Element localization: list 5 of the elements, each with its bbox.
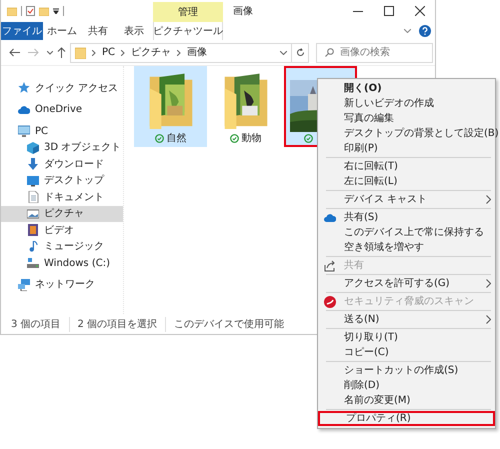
status-text: 2 個の項目を選択 xyxy=(68,316,158,332)
tool-context-label: 管理 xyxy=(178,6,198,20)
window-title: 画像 xyxy=(233,4,253,18)
status-text: このデバイスで使用可能 xyxy=(165,316,284,332)
status-text: 3 個の項目 xyxy=(11,318,61,332)
